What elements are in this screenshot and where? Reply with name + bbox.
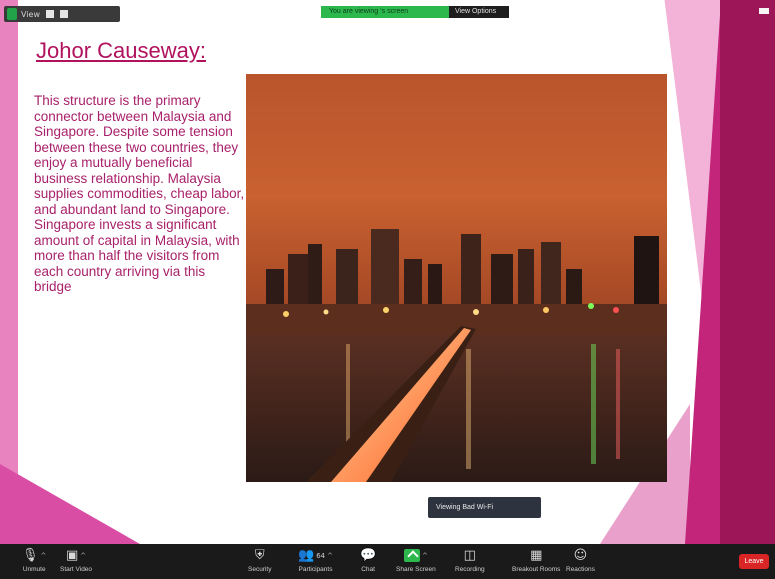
view-options-button[interactable]: View Options <box>449 6 509 18</box>
participant-count: 64 <box>316 551 326 560</box>
breakout-rooms-icon: ▦ <box>530 548 543 563</box>
breakout-rooms-button[interactable]: ▦ Breakout Rooms <box>512 548 560 573</box>
participants-button[interactable]: 👥 64 ^ Participants <box>298 548 333 573</box>
shield-icon <box>7 8 17 20</box>
meeting-toolbar: 🎙 ^ Unmute ▣ ^ Start Video ⛨ Security 👥 64 ^… <box>0 544 775 579</box>
record-icon: ◫ <box>463 548 476 563</box>
tooltip-text: Viewing Bad Wi-Fi <box>436 504 494 511</box>
meeting-info-text: View <box>21 9 40 19</box>
viewing-screen-label: You are viewing ‘s screen <box>321 6 449 18</box>
chevron-up-icon[interactable]: ^ <box>80 552 86 560</box>
microphone-muted-icon: 🎙 <box>22 548 39 563</box>
slide-title: Johor Causeway: <box>36 38 206 63</box>
participants-icon: 👥 <box>298 548 315 563</box>
slide-body-text: This structure is the primary connector … <box>34 93 245 294</box>
share-screen-button[interactable]: ^ Share Screen <box>396 548 436 573</box>
start-video-button[interactable]: ▣ ^ Start Video <box>60 548 92 573</box>
slide-decoration-right-dark <box>720 0 775 544</box>
shield-icon: ⛨ <box>254 548 265 563</box>
security-button[interactable]: ⛨ Security <box>248 548 271 573</box>
slide-decoration-bottom-left <box>0 464 140 544</box>
grid-icon <box>59 10 68 18</box>
unmute-button[interactable]: 🎙 ^ Unmute <box>22 548 46 573</box>
chat-icon: 💬 <box>360 548 377 563</box>
chevron-up-icon[interactable]: ^ <box>422 552 428 560</box>
presentation-slide: Johor Causeway: This structure is the pr… <box>0 0 775 544</box>
share-screen-icon <box>403 549 420 562</box>
viewing-banner: You are viewing ‘s screen View Options <box>321 6 509 18</box>
meeting-info-bar[interactable]: View <box>4 6 120 22</box>
square-icon <box>45 10 54 18</box>
reactions-button[interactable]: ☺ Reactions <box>566 548 595 573</box>
causeway-photo <box>246 74 667 482</box>
causeway-photo-art <box>246 229 667 482</box>
chevron-up-icon[interactable]: ^ <box>41 552 47 560</box>
fullscreen-icon[interactable] <box>759 8 769 14</box>
leave-button[interactable]: Leave <box>739 554 769 569</box>
reactions-icon: ☺ <box>573 548 588 563</box>
slide-decoration-left <box>0 0 18 544</box>
recording-button[interactable]: ◫ Recording <box>455 548 485 573</box>
chevron-up-icon[interactable]: ^ <box>327 552 333 560</box>
status-tooltip: Viewing Bad Wi-Fi <box>428 497 541 518</box>
video-off-icon: ▣ <box>65 548 79 563</box>
chat-button[interactable]: 💬 Chat <box>360 548 376 573</box>
